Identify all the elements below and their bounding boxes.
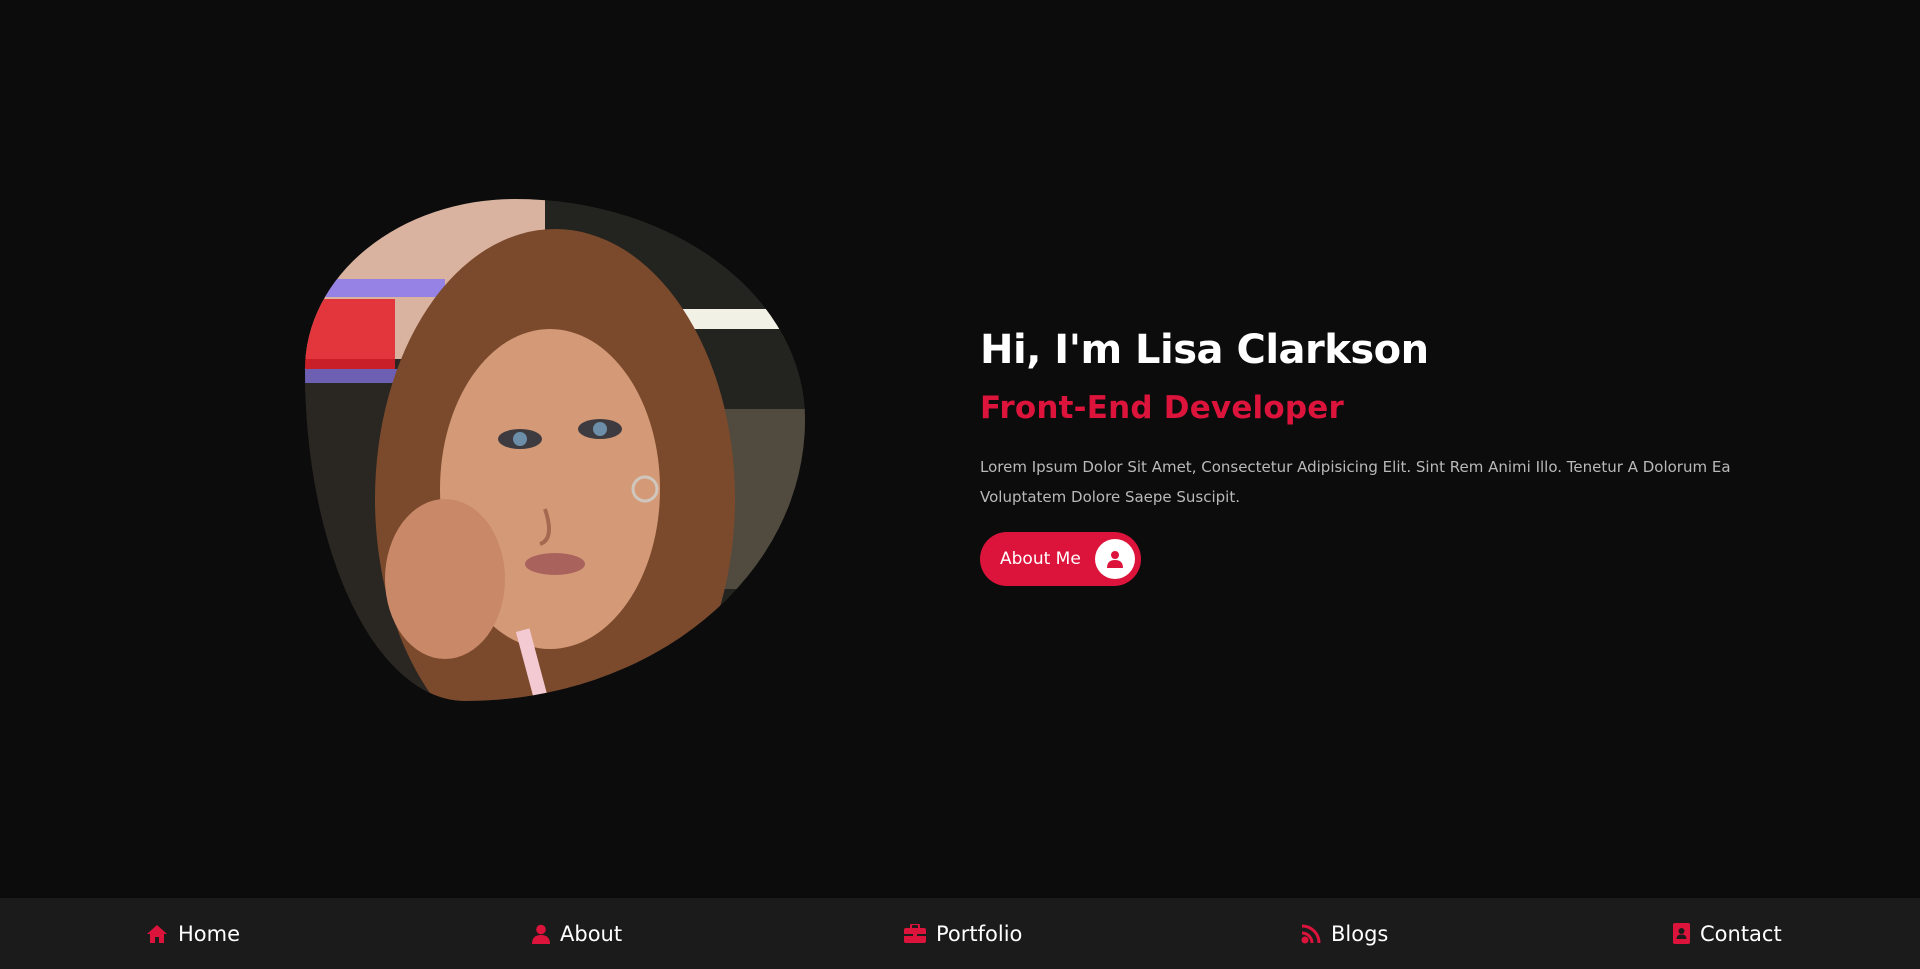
about-me-button-label: About Me (1000, 549, 1081, 569)
nav-item-label: About (560, 921, 623, 946)
intro-block: Hi, I'm Lisa Clarkson Front-End Develope… (980, 322, 1740, 586)
profile-photo (305, 199, 805, 701)
user-icon (532, 924, 550, 944)
nav-item-home[interactable]: Home (146, 898, 240, 969)
nav-item-about[interactable]: About (532, 898, 622, 969)
nav-item-label: Blogs (1331, 921, 1389, 946)
page-title: Hi, I'm Lisa Clarkson (980, 327, 1429, 373)
nav-item-blogs[interactable]: Blogs (1301, 898, 1388, 969)
bottom-navigation: Home About Portfolio Blogs Contact (0, 898, 1920, 969)
nav-item-portfolio[interactable]: Portfolio (904, 898, 1022, 969)
home-icon (146, 924, 168, 944)
job-title: Front-End Developer (980, 390, 1344, 426)
intro-description: Lorem Ipsum Dolor Sit Amet, Consectetur … (980, 458, 1731, 506)
contact-book-icon (1673, 923, 1690, 944)
blog-icon (1301, 924, 1321, 944)
nav-item-contact[interactable]: Contact (1673, 898, 1782, 969)
nav-item-label: Home (178, 921, 241, 946)
user-icon (1094, 539, 1135, 579)
about-me-button[interactable]: About Me (980, 532, 1141, 586)
nav-item-label: Contact (1700, 921, 1782, 946)
profile-photo-illustration (305, 199, 805, 701)
briefcase-icon (904, 924, 926, 943)
nav-item-label: Portfolio (936, 921, 1023, 946)
hero-section: Hi, I'm Lisa Clarkson Front-End Develope… (0, 0, 1920, 898)
